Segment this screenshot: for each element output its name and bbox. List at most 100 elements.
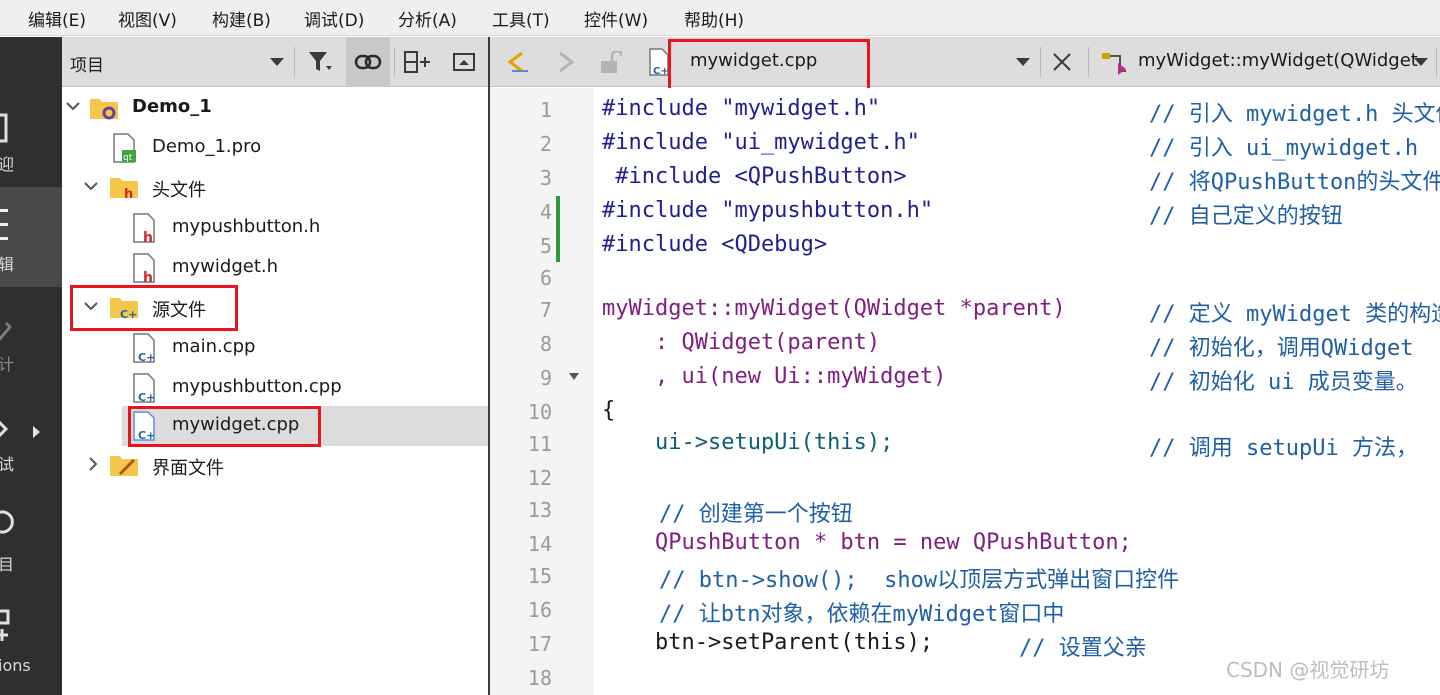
- projects-icon: [0, 510, 14, 534]
- menu-widgets[interactable]: 控件(W): [584, 6, 648, 31]
- chevron-down-icon[interactable]: [1414, 57, 1428, 67]
- filter-button[interactable]: [302, 37, 340, 87]
- line-number: 10: [527, 400, 552, 424]
- line-number: 11: [527, 432, 552, 456]
- code-editor[interactable]: #include "mywidget.h" // 引入 mywidget.h 头…: [594, 88, 1440, 695]
- chevron-right-icon: [89, 457, 98, 471]
- tree-item-main-cpp[interactable]: C+ main.cpp: [62, 328, 488, 368]
- mode-edit[interactable]: 辑: [0, 187, 62, 287]
- code-text: {: [602, 398, 616, 423]
- code-line: #include "mywidget.h": [602, 96, 880, 121]
- chevron-down-icon: [66, 102, 80, 111]
- svg-text:qt: qt: [123, 153, 133, 163]
- line-number: 15: [527, 564, 552, 588]
- tree-item-mypushbutton-h[interactable]: h mypushbutton.h: [62, 208, 488, 248]
- line-number: 2: [539, 132, 552, 156]
- menu-analyze[interactable]: 分析(A): [398, 6, 457, 31]
- menu-edit[interactable]: 编辑(E): [28, 6, 86, 31]
- mode-projects[interactable]: 目: [0, 487, 62, 587]
- code-comment: // 让btn对象，依赖在myWidget窗口中: [659, 602, 1065, 627]
- line-number: 4: [539, 200, 552, 224]
- chevron-down-icon: [270, 58, 284, 66]
- link-editor-button[interactable]: [346, 37, 390, 87]
- close-file-icon[interactable]: [1052, 52, 1072, 72]
- code-text: #include "mypushbutton.h": [602, 198, 934, 223]
- extensions-icon: [0, 609, 10, 641]
- code-text: #include <QPushButton>: [602, 164, 907, 189]
- close-sidebar-button[interactable]: [446, 37, 482, 87]
- line-number: 3: [539, 166, 552, 190]
- code-text: btn->setParent(this);: [602, 630, 934, 655]
- mode-design-label: 计: [0, 355, 15, 374]
- mode-debug[interactable]: 试: [0, 387, 62, 487]
- mode-welcome[interactable]: 迎: [0, 87, 62, 187]
- header-file-icon: h: [133, 213, 155, 244]
- tree-item-mypushbutton-cpp[interactable]: C+ mypushbutton.cpp: [62, 368, 488, 408]
- tree-label: Demo_1: [132, 96, 212, 117]
- tree-item-mywidget-h[interactable]: h mywidget.h: [62, 248, 488, 288]
- menu-tools[interactable]: 工具(T): [492, 6, 550, 31]
- code-comment: // 自己定义的按钮: [1149, 204, 1343, 229]
- split-button[interactable]: [398, 37, 438, 87]
- code-line: #include "ui_mywidget.h": [602, 130, 920, 155]
- code-comment: // btn->show(); show以顶层方式弹出窗口控件: [659, 568, 1180, 593]
- tree-label: 头文件: [152, 180, 206, 201]
- symbol-selector[interactable]: myWidget::myWidget(QWidget: [1138, 50, 1418, 71]
- code-line: QPushButton * btn = new QPushButton;: [602, 530, 1132, 555]
- header-file-icon: h: [133, 253, 155, 284]
- tree-item-headers-folder[interactable]: h 头文件: [62, 168, 488, 208]
- code-comment: // 引入 mywidget.h 头文件: [1149, 102, 1440, 127]
- code-line: #include <QPushButton>: [602, 164, 907, 189]
- tree-item-demo-1[interactable]: Demo_1: [62, 88, 488, 128]
- code-line: ui->setupUi(this);: [602, 430, 893, 455]
- change-marker: [556, 196, 560, 262]
- tree-label: mywidget.h: [172, 256, 279, 277]
- mode-design[interactable]: 计: [0, 287, 62, 387]
- tree-label: mypushbutton.h: [172, 216, 321, 237]
- menu-view[interactable]: 视图(V): [118, 6, 177, 31]
- view-dropdown-arrow[interactable]: [266, 37, 288, 87]
- cpp-file-icon: C+: [133, 373, 155, 404]
- mode-projects-label: 目: [0, 555, 15, 574]
- forms-folder-icon: [110, 456, 138, 476]
- split-icon: [404, 51, 430, 73]
- code-text: #include "mywidget.h": [602, 96, 881, 121]
- highlight-box-file-tab: [668, 39, 870, 91]
- welcome-icon: [0, 113, 8, 143]
- code-line: #include <QDebug>: [602, 232, 827, 257]
- link-icon: [354, 54, 382, 70]
- svg-text:h: h: [124, 187, 133, 202]
- forward-arrow-icon[interactable]: [554, 51, 578, 73]
- project-view-selector[interactable]: 项目: [70, 51, 104, 76]
- collapse-panel-icon: [453, 53, 475, 71]
- menu-debug[interactable]: 调试(D): [304, 6, 364, 31]
- mode-debug-label: 试: [0, 455, 15, 474]
- code-text: myWidget::myWidget(QWidget *parent): [602, 296, 1066, 321]
- menu-build[interactable]: 构建(B): [212, 6, 271, 31]
- tree-label: Demo_1.pro: [152, 136, 262, 157]
- code-line: {: [602, 398, 615, 423]
- tree-item-forms-folder[interactable]: 界面文件: [62, 446, 488, 486]
- code-text: #include "ui_mywidget.h": [602, 130, 920, 155]
- menu-help[interactable]: 帮助(H): [684, 6, 744, 31]
- watermark: CSDN @视觉研坊: [1226, 658, 1390, 682]
- svg-text:h: h: [143, 230, 153, 244]
- tree-label: 界面文件: [152, 458, 224, 479]
- fold-arrow-icon[interactable]: [568, 372, 580, 382]
- cpp-file-icon: C+: [133, 333, 155, 364]
- project-panel-header: 项目: [62, 37, 488, 87]
- project-folder-icon: [90, 99, 118, 120]
- line-number: 9: [539, 366, 552, 390]
- project-tree: Demo_1 qt Demo_1.pro h 头文件 h mypushbutto…: [62, 88, 488, 695]
- chevron-down-icon[interactable]: [1016, 57, 1030, 67]
- tree-item-pro-file[interactable]: qt Demo_1.pro: [62, 128, 488, 168]
- code-text: QPushButton * btn = new QPushButton;: [602, 530, 1132, 555]
- mode-edit-label: 辑: [0, 255, 15, 274]
- code-line: : QWidget(parent): [602, 330, 880, 355]
- back-arrow-icon[interactable]: [506, 51, 530, 73]
- code-line: btn->setParent(this);: [602, 630, 933, 655]
- code-comment: // 初始化，调用QWidget: [1149, 336, 1414, 361]
- mode-extensions[interactable]: ions: [0, 587, 62, 687]
- editor-toolbar: C+ mywidget.cpp myWidget::myWidget(QWidg…: [490, 37, 1440, 87]
- symbol-icon: [1102, 53, 1126, 75]
